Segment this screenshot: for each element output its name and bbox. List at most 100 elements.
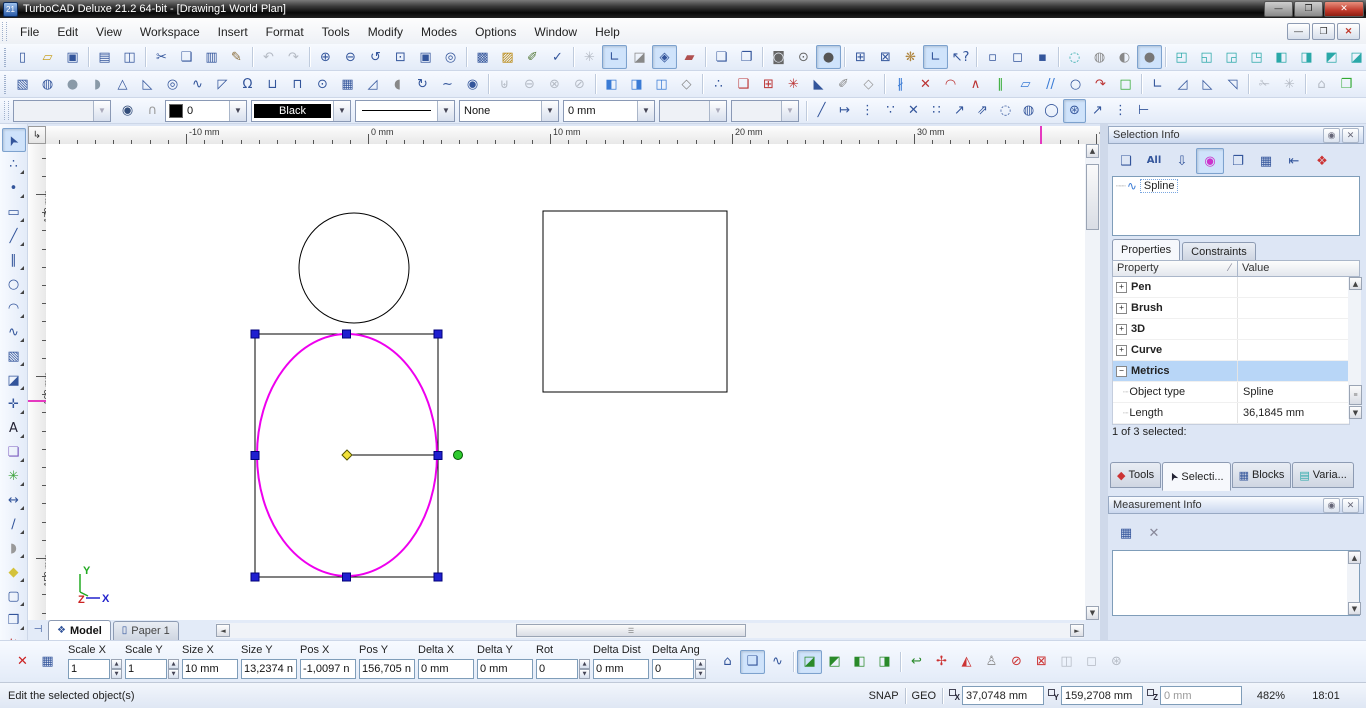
view-left-button[interactable]: ◳ <box>1244 45 1269 69</box>
sphere-mesh-button[interactable]: ◍ <box>35 72 60 96</box>
boolean-slice-button[interactable]: ⊘ <box>567 72 592 96</box>
arc-by-pick-button[interactable]: ↷ <box>1088 72 1113 96</box>
snap-line-button[interactable]: ↗ <box>1086 99 1109 123</box>
scroll-down-button[interactable]: ▼ <box>1348 602 1361 615</box>
vertical-scrollbar[interactable]: ▲▼ <box>1085 144 1100 620</box>
spinner[interactable]: ▲▼ <box>168 659 179 679</box>
boolean-intersect-button[interactable]: ⊗ <box>542 72 567 96</box>
rectangle-shape[interactable] <box>543 211 727 392</box>
property-row-brush[interactable]: +Brush <box>1113 298 1349 319</box>
copy-info-button[interactable]: ❐ <box>1224 148 1252 174</box>
render-scene-button[interactable]: ● <box>816 45 841 69</box>
step-back-button[interactable]: ↩ <box>904 650 929 674</box>
toolbar-grip[interactable] <box>4 48 6 67</box>
group-create-button[interactable]: ❒ <box>1334 72 1359 96</box>
snap-quadrant-button[interactable]: ◍ <box>1017 99 1040 123</box>
text-tool-button[interactable]: A <box>2 416 26 440</box>
snap-modes-tool-button[interactable]: ∴ <box>2 152 26 176</box>
field-input[interactable]: 0 <box>536 659 578 679</box>
view-front-button[interactable]: ◱ <box>1194 45 1219 69</box>
extra-combo-2[interactable]: ▼ <box>731 100 799 122</box>
zoom-out-button[interactable]: ⊖ <box>338 45 363 69</box>
open-file-button[interactable]: ▱ <box>35 45 60 69</box>
select-edges-button[interactable]: ◻ <box>1005 45 1030 69</box>
drawing-canvas[interactable]: YXZ <box>46 144 1085 620</box>
chevron-down-icon[interactable]: ▼ <box>541 101 558 121</box>
coord-y-input[interactable]: 159,2708 mm <box>1061 686 1143 705</box>
close-icon[interactable]: ✕ <box>1342 498 1359 513</box>
view-top-button[interactable]: ◨ <box>1294 45 1319 69</box>
zoom-in-button[interactable]: ⊕ <box>313 45 338 69</box>
assemble-tool-button[interactable]: ✛ <box>2 392 26 416</box>
coord-z-input[interactable]: 0 mm <box>1160 686 1242 705</box>
workplane-world-button[interactable]: ◪ <box>797 650 822 674</box>
menu-insert[interactable]: Insert <box>209 22 257 42</box>
fillet-button[interactable]: ◠ <box>938 72 963 96</box>
chamfer-button[interactable]: ∧ <box>963 72 988 96</box>
zoom-window-button[interactable]: ◎ <box>438 45 463 69</box>
pattern-points-button[interactable]: ∴ <box>706 72 731 96</box>
view-plan-button[interactable]: ◰ <box>1169 45 1194 69</box>
list-item[interactable]: ┈┈ ∿ Spline <box>1113 177 1359 195</box>
no-geo-button[interactable]: ⊠ <box>1029 650 1054 674</box>
menu-format[interactable]: Format <box>257 22 313 42</box>
property-row-curve[interactable]: +Curve <box>1113 340 1349 361</box>
box-wire-button[interactable]: ◇ <box>856 72 881 96</box>
aperture-off-button[interactable]: ⊛ <box>1104 650 1129 674</box>
camera-button[interactable]: ◙ <box>766 45 791 69</box>
zoom-previous-button[interactable]: ↺ <box>363 45 388 69</box>
copy-properties-button[interactable]: ▩ <box>470 45 495 69</box>
save-file-button[interactable]: ▣ <box>60 45 85 69</box>
circle-tool-button[interactable]: ○ <box>2 272 26 296</box>
panel-splitter[interactable] <box>1100 124 1108 640</box>
shrink-trim-button[interactable]: ✁ <box>1252 72 1277 96</box>
vertical-ruler[interactable]: 170 mm160 mm150 mm <box>28 144 47 620</box>
view-iso-nw-button[interactable]: ◪ <box>1344 45 1366 69</box>
facet-edit-button[interactable]: ◇ <box>674 72 699 96</box>
facet-subtract-button[interactable]: ◨ <box>624 72 649 96</box>
properties-dialog-button[interactable]: ❑ <box>1112 148 1140 174</box>
palette-tab-tools[interactable]: ◆Tools <box>1110 462 1161 488</box>
close-icon[interactable]: ✕ <box>1342 128 1359 143</box>
selection-handle[interactable] <box>434 330 442 338</box>
maximize-button[interactable]: ❐ <box>1294 1 1323 17</box>
render-quality-button[interactable]: ● <box>1137 45 1162 69</box>
cylinder-hole-button[interactable]: ⊓ <box>285 72 310 96</box>
filter-down-button[interactable]: ⇩ <box>1168 148 1196 174</box>
polyline-3d-button[interactable]: ◿ <box>360 72 385 96</box>
line-style-combo[interactable]: ▼ <box>355 100 455 122</box>
format-painter-button[interactable]: ✎ <box>224 45 249 69</box>
surface-tool-button[interactable]: ◗ <box>2 536 26 560</box>
center-handle[interactable] <box>342 450 352 460</box>
crop-image-button[interactable]: ▱ <box>1013 72 1038 96</box>
ucs-toggle-button[interactable]: ∟ <box>923 45 948 69</box>
camera-photo-button[interactable]: ⊙ <box>791 45 816 69</box>
scroll-thumb[interactable] <box>1086 164 1099 230</box>
mesh-surface-button[interactable]: ▦ <box>335 72 360 96</box>
new-file-button[interactable]: ▯ <box>10 45 35 69</box>
array-radial-button[interactable]: ✳ <box>781 72 806 96</box>
rect-irregular-button[interactable]: □ <box>1113 72 1138 96</box>
selector-options-button[interactable]: ❖ <box>1308 148 1336 174</box>
render-wireframe-button[interactable]: ◌ <box>1062 45 1087 69</box>
circle-tangent-button[interactable]: ○ <box>1063 72 1088 96</box>
expand-icon[interactable]: + <box>1116 324 1127 335</box>
context-help-button[interactable]: ↖? <box>948 45 973 69</box>
field-input[interactable]: 0 mm <box>477 659 533 679</box>
lights-button[interactable]: ❋ <box>898 45 923 69</box>
spinner[interactable]: ▲▼ <box>579 659 590 679</box>
grid-header[interactable]: Property ∕ Value <box>1112 260 1360 277</box>
extra-combo-1[interactable]: ▼ <box>659 100 727 122</box>
copy-entities-button[interactable]: ❑ <box>731 72 756 96</box>
collapse-icon[interactable]: − <box>1116 366 1127 377</box>
group-lock-button[interactable]: ⌂ <box>1309 72 1334 96</box>
redo-button[interactable]: ↷ <box>281 45 306 69</box>
selection-handle[interactable] <box>434 452 442 460</box>
menu-view[interactable]: View <box>87 22 131 42</box>
helix-button[interactable]: ∿ <box>185 72 210 96</box>
line-tool-button[interactable]: ╱ <box>2 224 26 248</box>
chevron-down-icon[interactable]: ▼ <box>333 101 350 121</box>
measure-handles-button[interactable]: ⇤ <box>1280 148 1308 174</box>
menu-tools[interactable]: Tools <box>313 22 359 42</box>
spinner[interactable]: ▲▼ <box>695 659 706 679</box>
